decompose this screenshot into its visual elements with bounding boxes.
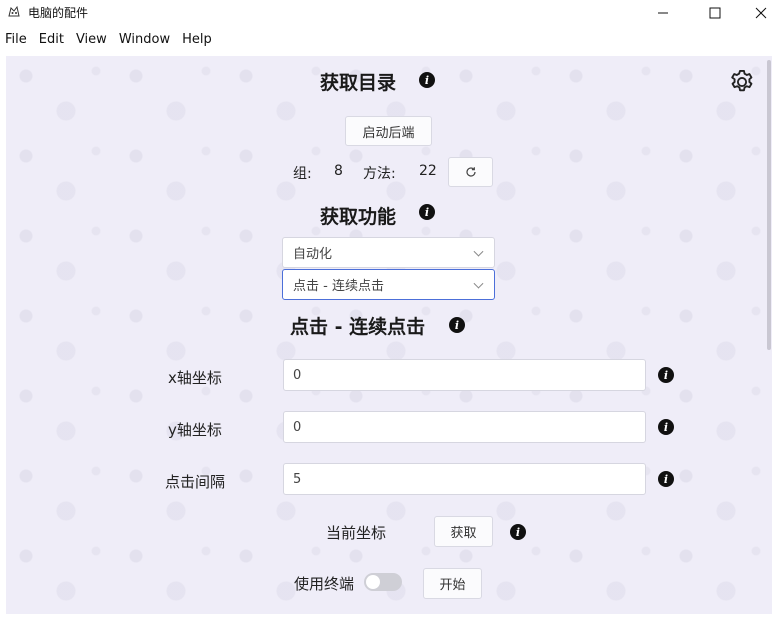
click-interval-info-icon[interactable]: i xyxy=(658,471,674,487)
menu-help[interactable]: Help xyxy=(181,30,213,49)
maximize-icon xyxy=(709,7,721,19)
methods-label: 方法: xyxy=(363,166,396,182)
main-content: 获取目录 i 启动后端 组: 8 方法: 22 获取功能 i 自动化 点击 - … xyxy=(6,56,772,614)
catalog-info-icon[interactable]: i xyxy=(419,72,435,88)
minimize-button[interactable] xyxy=(640,0,686,26)
methods-value: 22 xyxy=(419,163,437,179)
y-coord-info-icon[interactable]: i xyxy=(658,419,674,435)
action-info-icon[interactable]: i xyxy=(449,317,465,333)
close-button[interactable] xyxy=(738,0,778,26)
menu-bar: File Edit View Window Help xyxy=(0,28,778,50)
current-coords-info-icon[interactable]: i xyxy=(510,524,526,540)
y-coord-value: 0 xyxy=(293,419,302,435)
category-select[interactable]: 自动化 xyxy=(282,237,495,268)
start-backend-button[interactable]: 启动后端 xyxy=(345,116,432,146)
x-coord-info-icon[interactable]: i xyxy=(658,367,674,383)
gear-icon[interactable] xyxy=(728,68,756,96)
x-coord-label: x轴坐标 xyxy=(168,369,222,387)
refresh-icon xyxy=(465,167,476,177)
title-bar: 电脑的配件 xyxy=(0,0,778,26)
current-coords-label: 当前坐标 xyxy=(326,524,387,542)
scrollbar[interactable] xyxy=(766,60,772,360)
maximize-button[interactable] xyxy=(692,0,738,26)
x-coord-input[interactable]: 0 xyxy=(283,359,646,391)
category-select-value: 自动化 xyxy=(293,247,333,262)
catalog-title: 获取目录 xyxy=(320,72,397,94)
toggle-knob xyxy=(366,575,380,589)
y-coord-input[interactable]: 0 xyxy=(283,411,646,443)
menu-edit[interactable]: Edit xyxy=(38,30,65,49)
chevron-down-icon xyxy=(473,246,484,257)
window-title: 电脑的配件 xyxy=(28,6,89,20)
minimize-icon xyxy=(658,12,668,14)
functions-info-icon[interactable]: i xyxy=(419,204,435,220)
close-icon xyxy=(755,7,767,19)
use-terminal-toggle[interactable] xyxy=(364,573,402,591)
app-icon xyxy=(8,5,20,17)
menu-view[interactable]: View xyxy=(75,30,108,49)
x-coord-value: 0 xyxy=(293,367,302,383)
y-coord-label: y轴坐标 xyxy=(168,421,222,439)
click-interval-input[interactable]: 5 xyxy=(283,463,646,495)
function-select[interactable]: 点击 - 连续点击 xyxy=(282,269,495,300)
functions-title: 获取功能 xyxy=(320,206,397,228)
function-select-value: 点击 - 连续点击 xyxy=(293,279,384,294)
start-button[interactable]: 开始 xyxy=(423,568,482,599)
action-title: 点击 - 连续点击 xyxy=(290,316,426,338)
click-interval-value: 5 xyxy=(293,471,302,487)
click-interval-label: 点击间隔 xyxy=(165,473,226,491)
menu-file[interactable]: File xyxy=(4,30,28,49)
get-coords-button[interactable]: 获取 xyxy=(434,516,493,547)
groups-label: 组: xyxy=(293,166,312,182)
scrollbar-thumb[interactable] xyxy=(767,60,771,350)
refresh-button[interactable] xyxy=(448,157,493,187)
menu-window[interactable]: Window xyxy=(118,30,171,49)
use-terminal-label: 使用终端 xyxy=(294,575,355,593)
groups-value: 8 xyxy=(334,163,343,179)
chevron-down-icon xyxy=(473,278,484,289)
